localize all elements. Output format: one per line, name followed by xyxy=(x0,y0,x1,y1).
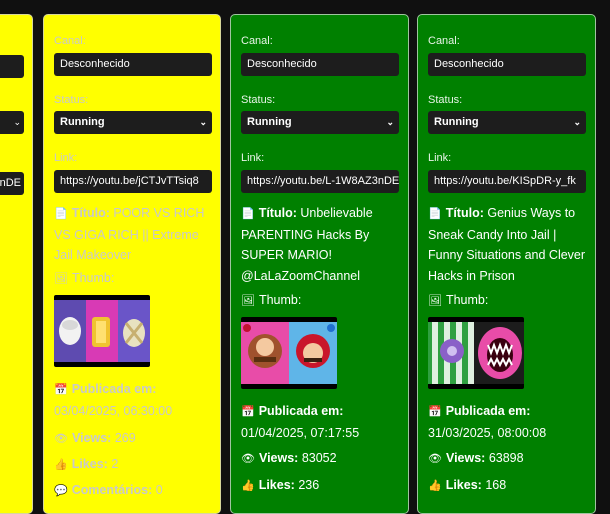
thumb-row: 🖼 Thumb: xyxy=(241,290,401,312)
published-value: 31/03/2025, 08:00:08 xyxy=(428,425,547,440)
partial-video-card: ⌄ nDE xyxy=(0,14,33,514)
image-icon: 🖼 xyxy=(428,295,442,307)
chevron-down-icon: ⌄ xyxy=(386,117,394,127)
channel-label: Canal: xyxy=(428,35,460,47)
published-row: 📅 Publicada em: 03/04/2025, 06:30:00 xyxy=(54,379,214,421)
published-row: 📅 Publicada em: 01/04/2025, 07:17:55 xyxy=(241,401,401,443)
calendar-icon: 📅 xyxy=(241,406,255,418)
thumbs-up-icon: 👍 xyxy=(54,459,68,471)
thumb-row: 🖼 Thumb: xyxy=(428,290,588,312)
views-label: Views: xyxy=(445,451,486,465)
status-select[interactable]: Running ⌄ xyxy=(241,111,399,134)
link-field[interactable]: https://youtu.be/KISpDR-y_fk xyxy=(428,170,586,193)
status-label: Status: xyxy=(428,94,463,106)
link-field[interactable]: https://youtu.be/jCTJvTTsiq8 xyxy=(54,170,212,193)
video-title: 📄 Título: POOR VS RICH VS GIGA RICH || Ex… xyxy=(54,203,214,266)
video-card: Canal: Desconhecido Status: Running ⌄ Li… xyxy=(417,14,596,514)
likes-label: Likes: xyxy=(258,478,295,492)
link-label: Link: xyxy=(428,152,452,164)
image-icon: 🖼 xyxy=(54,273,68,285)
likes-row: 👍 Likes: 236 xyxy=(241,475,401,497)
chevron-down-icon: ⌄ xyxy=(573,117,581,127)
title-label: Título: xyxy=(258,206,297,220)
eye-icon: 👁 xyxy=(428,453,442,465)
eye-icon: 👁 xyxy=(241,453,255,465)
published-label: Publicada em: xyxy=(445,404,531,418)
thumbs-up-icon: 👍 xyxy=(428,480,442,492)
video-title: 📄 Título: Genius Ways to Sneak Candy Into… xyxy=(428,203,588,286)
video-thumbnail[interactable] xyxy=(241,317,337,389)
views-value: 63898 xyxy=(488,451,524,465)
thumbs-up-icon: 👍 xyxy=(241,480,255,492)
likes-value: 168 xyxy=(485,478,507,492)
status-value: Running xyxy=(60,116,105,128)
link-label: Link: xyxy=(54,152,78,164)
calendar-icon: 📅 xyxy=(54,384,68,396)
title-label: Título: xyxy=(71,206,110,220)
published-value: 01/04/2025, 07:17:55 xyxy=(241,425,360,440)
video-card: Canal: Desconhecido Status: Running ⌄ Li… xyxy=(230,14,409,514)
channel-field-partial[interactable] xyxy=(0,55,24,78)
thumb-label: Thumb: xyxy=(258,293,302,307)
chevron-down-icon: ⌄ xyxy=(199,117,207,127)
likes-label: Likes: xyxy=(71,457,108,471)
comments-value: 0 xyxy=(155,483,163,497)
channel-field[interactable]: Desconhecido xyxy=(241,53,399,76)
video-title: 📄 Título: Unbelievable PARENTING Hacks By… xyxy=(241,203,401,286)
title-label: Título: xyxy=(445,206,484,220)
views-row: 👁 Views: 83052 xyxy=(241,448,401,470)
thumb-label: Thumb: xyxy=(445,293,489,307)
status-label: Status: xyxy=(54,94,89,106)
published-row: 📅 Publicada em: 31/03/2025, 08:00:08 xyxy=(428,401,588,443)
views-label: Views: xyxy=(71,431,112,445)
document-icon: 📄 xyxy=(241,208,255,220)
link-label: Link: xyxy=(241,152,265,164)
likes-value: 2 xyxy=(111,457,119,471)
views-value: 83052 xyxy=(301,451,337,465)
channel-label: Canal: xyxy=(241,35,273,47)
published-label: Publicada em: xyxy=(258,404,344,418)
eye-icon: 👁 xyxy=(54,433,68,445)
channel-label: Canal: xyxy=(54,35,86,47)
speech-bubble-icon: 💬 xyxy=(54,485,68,497)
published-value: 03/04/2025, 06:30:00 xyxy=(54,403,173,418)
published-label: Publicada em: xyxy=(71,382,157,396)
link-field[interactable]: https://youtu.be/L-1W8AZ3nDE xyxy=(241,170,399,193)
document-icon: 📄 xyxy=(54,208,68,220)
likes-row: 👍 Likes: 168 xyxy=(428,475,588,497)
image-icon: 🖼 xyxy=(241,295,255,307)
status-value: Running xyxy=(434,116,479,128)
thumb-row: 🖼 Thumb: xyxy=(54,268,214,290)
comments-label: Comentários: xyxy=(71,483,153,497)
video-thumbnail[interactable] xyxy=(428,317,524,389)
channel-field[interactable]: Desconhecido xyxy=(54,53,212,76)
chevron-down-icon: ⌄ xyxy=(13,117,21,127)
likes-value: 236 xyxy=(298,478,320,492)
video-thumbnail[interactable] xyxy=(54,295,150,367)
video-card: Canal: Desconhecido Status: Running ⌄ Li… xyxy=(43,14,221,514)
likes-label: Likes: xyxy=(445,478,482,492)
status-select-partial[interactable]: ⌄ xyxy=(0,111,24,134)
status-select[interactable]: Running ⌄ xyxy=(428,111,586,134)
document-icon: 📄 xyxy=(428,208,442,220)
views-row: 👁 Views: 269 xyxy=(54,428,214,450)
link-field-partial[interactable]: nDE xyxy=(0,172,24,195)
status-label: Status: xyxy=(241,94,276,106)
views-label: Views: xyxy=(258,451,299,465)
thumb-label: Thumb: xyxy=(71,271,115,285)
channel-field[interactable]: Desconhecido xyxy=(428,53,586,76)
status-select[interactable]: Running ⌄ xyxy=(54,111,212,134)
calendar-icon: 📅 xyxy=(428,406,442,418)
views-value: 269 xyxy=(114,431,136,445)
views-row: 👁 Views: 63898 xyxy=(428,448,588,470)
status-value: Running xyxy=(247,116,292,128)
likes-row: 👍 Likes: 2 xyxy=(54,454,214,476)
comments-row: 💬 Comentários: 0 xyxy=(54,480,214,502)
